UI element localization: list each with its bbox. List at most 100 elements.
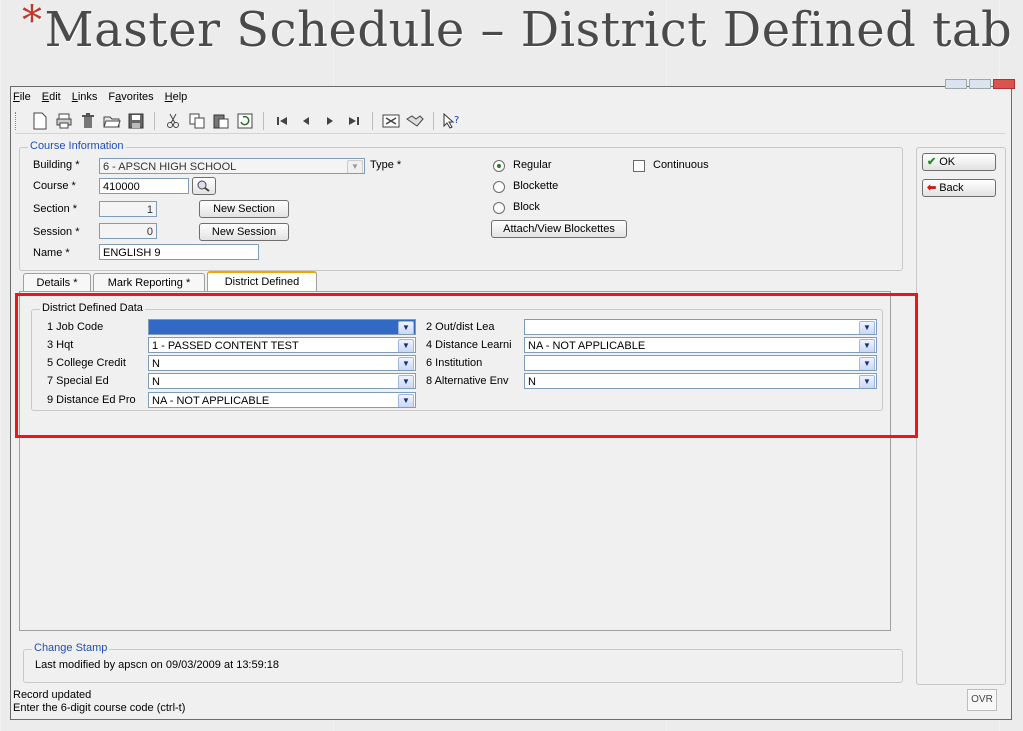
window-controls [945, 79, 1015, 89]
menu-favorites[interactable]: Favorites [108, 91, 153, 103]
paste-icon[interactable] [212, 112, 230, 130]
special-ed-dropdown[interactable]: N ▼ [148, 373, 416, 389]
chevron-down-icon[interactable]: ▼ [398, 339, 414, 352]
chevron-down-icon[interactable]: ▼ [398, 394, 414, 407]
toolbar-grip[interactable] [15, 112, 19, 130]
chevron-down-icon[interactable]: ▼ [398, 321, 414, 334]
title-bullet: * [22, 0, 43, 44]
radio-regular-label: Regular [513, 159, 552, 171]
cut-icon[interactable] [164, 112, 182, 130]
tab-mark-reporting[interactable]: Mark Reporting * [93, 273, 205, 292]
maximize-button[interactable] [969, 79, 991, 89]
distance-learning-label: 4 Distance Learni [426, 339, 512, 351]
course-search-button[interactable] [192, 177, 216, 195]
continuous-checkbox[interactable] [633, 160, 645, 172]
handshake-icon[interactable] [406, 112, 424, 130]
tab-details[interactable]: Details * [23, 273, 91, 292]
distance-ed-pro-label: 9 Distance Ed Pro [47, 394, 136, 406]
last-modified-text: Last modified by apscn on 09/03/2009 at … [35, 659, 280, 671]
save-icon[interactable] [127, 112, 145, 130]
open-icon[interactable] [103, 112, 121, 130]
building-value: 6 - APSCN HIGH SCHOOL [103, 161, 237, 173]
back-arrow-icon: ⬅ [927, 182, 937, 194]
chevron-down-icon[interactable]: ▼ [398, 375, 414, 388]
delete-icon[interactable] [79, 112, 97, 130]
group-label: Course Information [28, 140, 126, 152]
toolbar-separator [433, 112, 434, 130]
new-session-button[interactable]: New Session [199, 223, 289, 241]
first-record-icon[interactable] [273, 112, 291, 130]
radio-blockette[interactable] [493, 181, 505, 193]
course-label: Course * [33, 180, 76, 192]
radio-blockette-label: Blockette [513, 180, 559, 192]
distance-learning-dropdown[interactable]: NA - NOT APPLICABLE ▼ [524, 337, 877, 353]
section-input[interactable]: 1 [99, 201, 157, 217]
alternative-env-label: 8 Alternative Env [426, 375, 509, 387]
menu-bar: File Edit Links Favorites Help [13, 91, 187, 103]
toolbar: ? [15, 109, 1005, 134]
institution-dropdown[interactable]: ▼ [524, 355, 877, 371]
section-label: Section * [33, 203, 78, 215]
help-pointer-icon[interactable]: ? [443, 112, 461, 130]
job-code-label: 1 Job Code [47, 321, 104, 333]
special-ed-value: N [152, 376, 160, 388]
menu-help[interactable]: Help [165, 91, 188, 103]
alternative-env-value: N [528, 376, 536, 388]
prev-record-icon[interactable] [297, 112, 315, 130]
radio-block[interactable] [493, 202, 505, 214]
copy-icon[interactable] [188, 112, 206, 130]
chevron-down-icon[interactable]: ▼ [859, 357, 875, 370]
radio-block-label: Block [513, 201, 540, 213]
new-icon[interactable] [31, 112, 49, 130]
new-section-button[interactable]: New Section [199, 200, 289, 218]
ok-label: OK [939, 156, 956, 168]
menu-links[interactable]: Links [72, 91, 98, 103]
job-code-dropdown[interactable]: ▼ [148, 319, 416, 335]
print-icon[interactable] [55, 112, 73, 130]
attach-view-blockettes-button[interactable]: Attach/View Blockettes [491, 220, 627, 238]
name-label: Name * [33, 247, 70, 259]
chevron-down-icon[interactable]: ▼ [347, 160, 363, 173]
radio-regular[interactable] [493, 160, 505, 172]
chevron-down-icon[interactable]: ▼ [859, 321, 875, 334]
session-input[interactable]: 0 [99, 223, 157, 239]
next-record-icon[interactable] [321, 112, 339, 130]
side-panel [916, 147, 1006, 685]
chevron-down-icon[interactable]: ▼ [859, 339, 875, 352]
group-label: Change Stamp [32, 642, 110, 654]
session-label: Session * [33, 226, 80, 238]
out-dist-lea-label: 2 Out/dist Lea [426, 321, 495, 333]
alternative-env-dropdown[interactable]: N ▼ [524, 373, 877, 389]
college-credit-value: N [152, 358, 160, 370]
chevron-down-icon[interactable]: ▼ [398, 357, 414, 370]
status-line-2: Enter the 6-digit course code (ctrl-t) [13, 702, 186, 714]
course-input[interactable]: 410000 [99, 178, 189, 194]
close-button[interactable] [993, 79, 1015, 89]
refresh-icon[interactable] [236, 112, 254, 130]
report-icon[interactable] [382, 112, 400, 130]
menu-edit[interactable]: Edit [42, 91, 61, 103]
magnifier-icon [197, 180, 210, 192]
title-text: Master Schedule – District Defined tab [44, 2, 1013, 58]
chevron-down-icon[interactable]: ▼ [859, 375, 875, 388]
name-input[interactable]: ENGLISH 9 [99, 244, 259, 260]
college-credit-dropdown[interactable]: N ▼ [148, 355, 416, 371]
hqt-dropdown[interactable]: 1 - PASSED CONTENT TEST ▼ [148, 337, 416, 353]
back-button[interactable]: ⬅ Back [922, 179, 996, 197]
last-record-icon[interactable] [345, 112, 363, 130]
toolbar-separator [263, 112, 264, 130]
building-dropdown[interactable]: 6 - APSCN HIGH SCHOOL ▼ [99, 158, 365, 174]
type-label: Type * [370, 159, 402, 171]
hqt-label: 3 Hqt [47, 339, 74, 351]
ok-button[interactable]: ✔ OK [922, 153, 996, 171]
overwrite-indicator: OVR [967, 689, 997, 711]
distance-ed-pro-value: NA - NOT APPLICABLE [152, 395, 270, 407]
institution-label: 6 Institution [426, 357, 483, 369]
minimize-button[interactable] [945, 79, 967, 89]
checkmark-icon: ✔ [927, 156, 937, 168]
distance-ed-pro-dropdown[interactable]: NA - NOT APPLICABLE ▼ [148, 392, 416, 408]
group-label: District Defined Data [40, 302, 145, 314]
building-label: Building * [33, 159, 80, 171]
out-dist-lea-dropdown[interactable]: ▼ [524, 319, 877, 335]
menu-file[interactable]: File [13, 91, 31, 103]
